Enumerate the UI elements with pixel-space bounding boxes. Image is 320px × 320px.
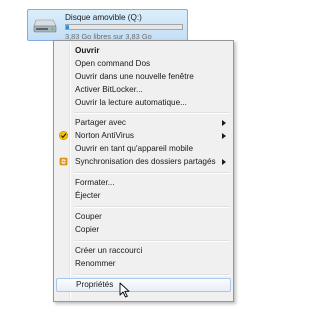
- context-menu: Ouvrir Open command Dos Ouvrir dans une …: [53, 40, 234, 302]
- menu-separator: [74, 240, 230, 242]
- menu-item-label: Ouvrir en tant qu'appareil mobile: [75, 144, 194, 153]
- menu-item-eject[interactable]: Éjecter: [56, 189, 231, 202]
- menu-item-label: Renommer: [75, 259, 116, 268]
- menu-item-new-window[interactable]: Ouvrir dans une nouvelle fenêtre: [56, 70, 231, 83]
- menu-item-label: Ouvrir dans une nouvelle fenêtre: [75, 72, 194, 81]
- menu-item-mobile-device[interactable]: Ouvrir en tant qu'appareil mobile: [56, 142, 231, 155]
- menu-separator: [74, 206, 230, 208]
- menu-separator: [74, 274, 230, 276]
- menu-item-label: Ouvrir: [75, 46, 100, 55]
- menu-item-cut[interactable]: Couper: [56, 210, 231, 223]
- menu-item-autoplay[interactable]: Ouvrir la lecture automatique...: [56, 96, 231, 109]
- menu-item-open-command-dos[interactable]: Open command Dos: [56, 57, 231, 70]
- menu-item-label: Formater...: [75, 178, 115, 187]
- mouse-pointer-icon: [119, 282, 130, 298]
- menu-item-properties[interactable]: Propriétés: [56, 278, 231, 292]
- menu-item-format[interactable]: Formater...: [56, 176, 231, 189]
- menu-item-label: Éjecter: [75, 191, 101, 200]
- menu-item-label: Norton AntiVirus: [75, 131, 135, 140]
- menu-item-label: Créer un raccourci: [75, 246, 143, 255]
- menu-item-sync-shared-folders[interactable]: Synchronisation des dossiers partagés: [56, 155, 231, 168]
- menu-item-label: Activer BitLocker...: [75, 85, 143, 94]
- submenu-arrow-icon: [222, 120, 226, 126]
- menu-item-copy[interactable]: Copier: [56, 223, 231, 236]
- menu-item-label: Ouvrir la lecture automatique...: [75, 98, 187, 107]
- removable-drive-tile[interactable]: Disque amovible (Q:) 3,83 Go libres sur …: [27, 9, 188, 41]
- menu-separator: [74, 172, 230, 174]
- capacity-fill: [66, 25, 70, 29]
- menu-separator: [74, 112, 230, 114]
- sync-folder-icon: [59, 157, 68, 166]
- capacity-bar: [65, 24, 183, 30]
- menu-item-norton[interactable]: Norton AntiVirus: [56, 129, 231, 142]
- drive-name: Disque amovible (Q:): [65, 13, 142, 22]
- menu-item-label: Propriétés: [76, 280, 114, 289]
- submenu-arrow-icon: [222, 159, 226, 165]
- menu-item-label: Synchronisation des dossiers partagés: [75, 157, 216, 166]
- menu-item-label: Partager avec: [75, 118, 126, 127]
- menu-item-bitlocker[interactable]: Activer BitLocker...: [56, 83, 231, 96]
- submenu-arrow-icon: [222, 133, 226, 139]
- menu-item-ouvrir[interactable]: Ouvrir: [56, 44, 231, 57]
- removable-drive-icon: [33, 19, 57, 33]
- menu-item-label: Copier: [75, 225, 100, 234]
- menu-item-rename[interactable]: Renommer: [56, 257, 231, 270]
- menu-item-label: Couper: [75, 212, 102, 221]
- menu-item-label: Open command Dos: [75, 59, 151, 68]
- norton-antivirus-icon: [59, 131, 68, 140]
- menu-item-create-shortcut[interactable]: Créer un raccourci: [56, 244, 231, 257]
- menu-item-share-with[interactable]: Partager avec: [56, 116, 231, 129]
